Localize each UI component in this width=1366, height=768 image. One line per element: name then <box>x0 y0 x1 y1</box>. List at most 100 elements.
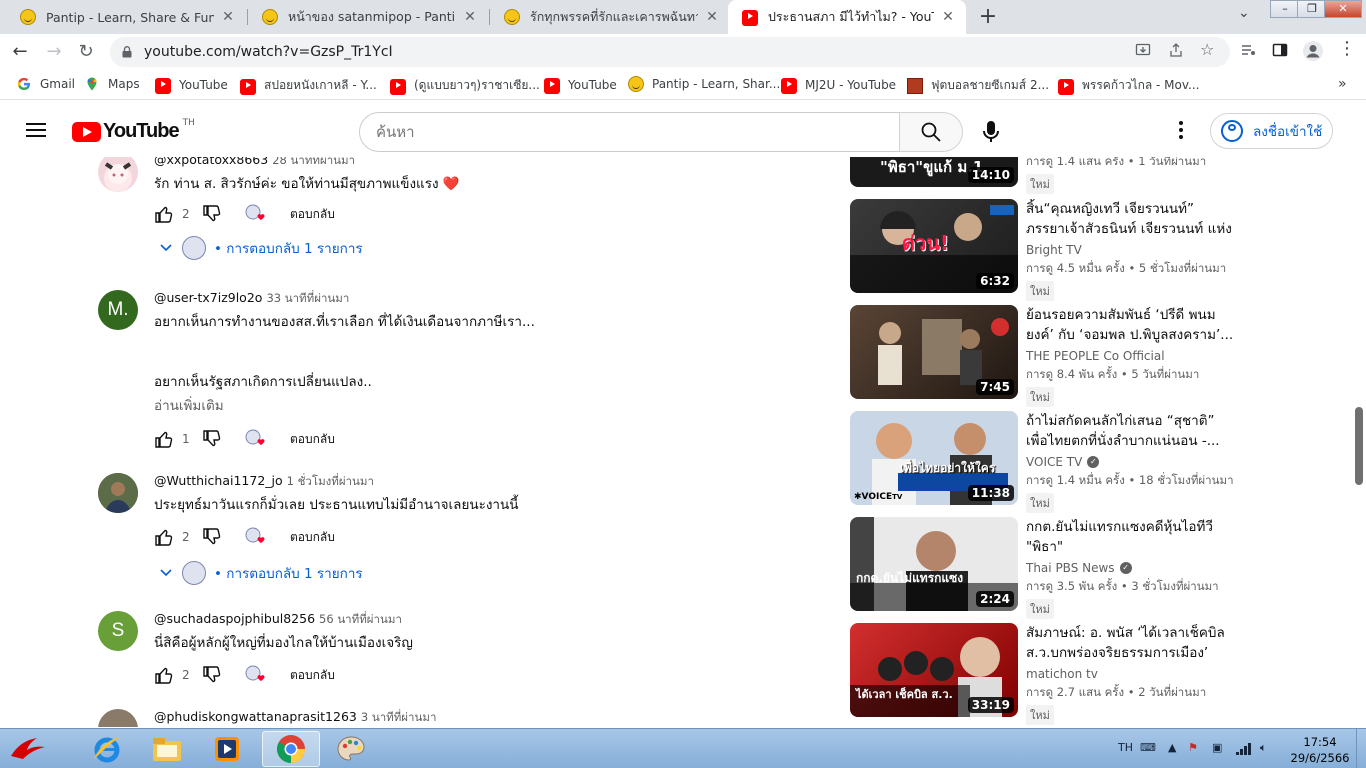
device-icon[interactable]: ▣ <box>1212 741 1222 754</box>
start-button[interactable] <box>4 731 54 767</box>
like-icon[interactable] <box>154 527 174 547</box>
taskbar-paint[interactable] <box>324 731 378 767</box>
channel-name[interactable]: Thai PBS News ✓ <box>1026 561 1236 575</box>
voice-search-button[interactable] <box>973 114 1009 150</box>
dislike-icon[interactable] <box>202 204 222 224</box>
comment-author[interactable]: @suchadaspojphibul8256 <box>154 611 315 626</box>
reply-button[interactable]: ตอบกลับ <box>290 430 335 449</box>
close-window-button[interactable]: ✕ <box>1324 0 1362 18</box>
bookmark-seagames-football[interactable]: ฟุตบอลชายซีเกมส์ 2... <box>907 76 1049 95</box>
restore-button[interactable]: ❐ <box>1297 0 1327 18</box>
video-thumbnail[interactable]: 7:45 <box>850 305 1018 399</box>
taskbar-media-player[interactable] <box>200 731 254 767</box>
reply-button[interactable]: ตอบกลับ <box>290 528 335 547</box>
bookmark-move-forward[interactable]: พรรคก้าวไกล - Mov... <box>1058 76 1200 95</box>
tray-expand-icon[interactable]: ▲ <box>1168 741 1176 754</box>
keyboard-icon[interactable]: ⌨ <box>1140 741 1156 754</box>
view-replies-button[interactable]: • การตอบกลับ 1 รายการ <box>160 561 363 585</box>
video-title[interactable]: ถ้าไม่สกัดคนลักไก่เสนอ “สุชาติ” เพื่อไทย… <box>1026 411 1236 451</box>
show-desktop-button[interactable] <box>1356 729 1366 768</box>
page-scrollbar[interactable] <box>1352 157 1366 727</box>
profile-icon[interactable] <box>1302 40 1324 62</box>
comment-author[interactable]: @Wutthichai1172_jo <box>154 473 283 488</box>
share-icon[interactable] <box>1168 42 1184 58</box>
avatar[interactable] <box>98 709 138 727</box>
taskbar-chrome[interactable] <box>262 731 320 767</box>
video-title[interactable]: ย้อนรอยความสัมพันธ์ ‘ปรีดี พนมยงค์’ กับ … <box>1026 305 1236 345</box>
tab-satanmipop[interactable]: หน้าของ satanmipop - Pantip ✕ <box>248 0 488 34</box>
close-icon[interactable]: ✕ <box>220 9 236 25</box>
dislike-icon[interactable] <box>202 429 222 449</box>
comment-time[interactable]: 3 นาทีที่ผ่านมา <box>361 710 437 724</box>
tab-youtube-active[interactable]: ประธานสภา มีไว้ทำไม? - YouTube ✕ <box>728 0 966 34</box>
network-signal-icon[interactable] <box>1236 743 1252 755</box>
bookmark-gmail[interactable]: Gmail <box>16 76 75 92</box>
back-icon[interactable]: ← <box>8 40 32 64</box>
comment-author[interactable]: @user-tx7iz9lo2o <box>154 290 262 305</box>
video-thumbnail[interactable]: ด่วน! 6:32 <box>850 199 1018 293</box>
action-center-icon[interactable]: ⚑ <box>1188 741 1198 754</box>
close-icon[interactable]: ✕ <box>462 9 478 25</box>
input-language[interactable]: TH <box>1118 741 1133 754</box>
forward-icon[interactable]: → <box>42 40 66 64</box>
like-icon[interactable] <box>154 204 174 224</box>
bookmark-king-series[interactable]: (ดูแบบยาวๆ)ราชาเซีย... <box>390 76 540 95</box>
bookmark-youtube-2[interactable]: YouTube <box>544 76 617 94</box>
reply-button[interactable]: ตอบกลับ <box>290 205 335 224</box>
reload-icon[interactable]: ↻ <box>74 40 98 64</box>
settings-dots-icon[interactable] <box>1176 121 1186 141</box>
address-bar[interactable]: youtube.com/watch?v=GzsP_Tr1YcI <box>110 37 1230 67</box>
new-tab-button[interactable]: + <box>976 3 1000 31</box>
comment-time[interactable]: 1 ชั่วโมงที่ผ่านมา <box>287 474 374 488</box>
channel-name[interactable]: Bright TV <box>1026 243 1236 257</box>
like-icon[interactable] <box>154 429 174 449</box>
tab-pantip[interactable]: Pantip - Learn, Share & Fun ✕ <box>6 0 246 34</box>
bookmark-korean-spoiler[interactable]: สปอยหนังเกาหลี - Y... <box>240 76 377 95</box>
channel-name[interactable]: VOICE TV ✓ <box>1026 455 1236 469</box>
install-icon[interactable] <box>1135 42 1151 58</box>
side-panel-icon[interactable] <box>1272 42 1288 58</box>
dislike-icon[interactable] <box>202 527 222 547</box>
close-icon[interactable]: ✕ <box>704 9 720 25</box>
related-video[interactable]: เพื่อไทยอย่าให้ใคร ✱VOICETV 11:38 ถ้าไม่… <box>850 411 1320 513</box>
search-input[interactable]: ค้นหา <box>359 112 900 152</box>
channel-name[interactable]: matichon tv <box>1026 667 1236 681</box>
related-video[interactable]: "พิธา"ขูแก้ ม.1 14:10 การดู 1.4 แสน ครั้… <box>850 157 1320 194</box>
related-video[interactable]: 7:45 ย้อนรอยความสัมพันธ์ ‘ปรีดี พนมยงค์’… <box>850 305 1320 407</box>
bookmark-maps[interactable]: Maps <box>84 76 140 92</box>
avatar[interactable]: M. <box>98 290 138 330</box>
read-more-link[interactable]: อ่านเพิ่มเติม <box>154 394 794 416</box>
comment-time[interactable]: 56 นาทีที่ผ่านมา <box>319 612 402 626</box>
menu-icon[interactable] <box>26 123 46 137</box>
reading-list-icon[interactable] <box>1240 42 1256 58</box>
system-clock[interactable]: 17:54 29/6/2566 <box>1290 734 1350 766</box>
youtube-logo[interactable]: YouTube TH <box>72 118 195 143</box>
channel-name[interactable]: THE PEOPLE Co Official <box>1026 349 1236 363</box>
bookmark-pantip[interactable]: Pantip - Learn, Shar... <box>628 76 780 92</box>
comment-time[interactable]: 33 นาทีที่ผ่านมา <box>266 291 349 305</box>
related-video[interactable]: ด่วน! 6:32 สิ้น“คุณหญิงเทวี เจียรวนนท์” … <box>850 199 1320 301</box>
volume-icon[interactable]: 🔈︎ <box>1260 741 1267 755</box>
bookmark-star-icon[interactable]: ☆ <box>1200 40 1214 59</box>
like-icon[interactable] <box>154 665 174 685</box>
video-thumbnail[interactable]: กกต.ยันไม่แทรกแซง 2:24 <box>850 517 1018 611</box>
view-replies-button[interactable]: • การตอบกลับ 1 รายการ <box>160 236 363 260</box>
related-video[interactable]: ได้เวลา เช็คบิล ส.ว. 33:19 สัมภาษณ์: อ. … <box>850 623 1320 725</box>
sign-in-button[interactable]: ลงชื่อเข้าใช้ <box>1210 113 1333 149</box>
taskbar-file-explorer[interactable] <box>140 731 194 767</box>
video-title[interactable]: สัมภาษณ์: อ. พนัส ‘ได้เวลาเช็คบิล ส.ว.บก… <box>1026 623 1236 663</box>
related-video[interactable]: กกต.ยันไม่แทรกแซง 2:24 กกต.ยันไม่แทรกแซง… <box>850 517 1320 619</box>
avatar[interactable] <box>98 473 138 513</box>
close-icon[interactable]: ✕ <box>940 9 956 25</box>
bookmarks-overflow-button[interactable]: » <box>1338 76 1347 92</box>
video-title[interactable]: สิ้น“คุณหญิงเทวี เจียรวนนท์” ภรรยาเจ้าสั… <box>1026 199 1236 239</box>
video-thumbnail[interactable]: เพื่อไทยอย่าให้ใคร ✱VOICETV 11:38 <box>850 411 1018 505</box>
chevron-down-icon[interactable]: ⌄ <box>1238 5 1250 21</box>
search-button[interactable] <box>899 112 963 152</box>
comment-author[interactable]: @xxpotatoxx8663 <box>154 157 268 167</box>
avatar[interactable]: S <box>98 611 138 651</box>
dislike-icon[interactable] <box>202 665 222 685</box>
tab-pantip-topic[interactable]: รักทุกพรรคที่รักและเคารพฉันทามติ ✕ <box>490 0 730 34</box>
bookmark-youtube[interactable]: YouTube <box>155 76 228 94</box>
comment-time[interactable]: 28 นาทีที่ผ่านมา <box>272 157 355 167</box>
